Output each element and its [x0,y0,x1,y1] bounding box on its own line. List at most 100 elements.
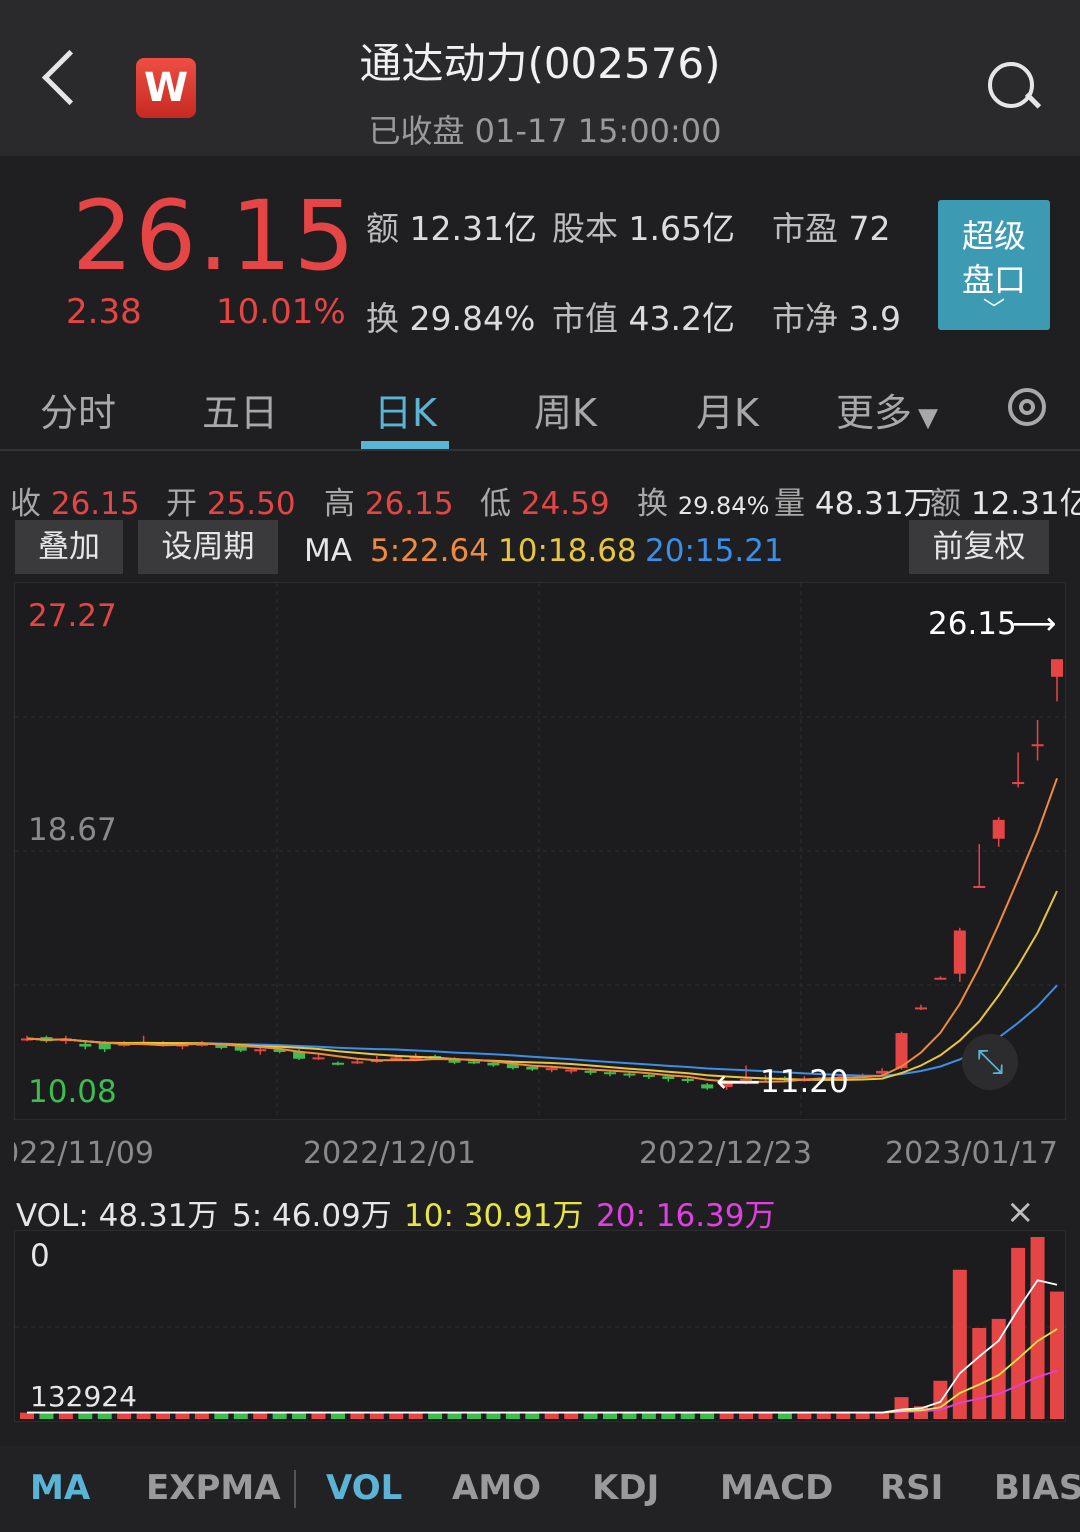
volume-bar [680,1412,695,1419]
volume-bar [253,1412,268,1419]
volume-bar [583,1412,598,1419]
candle-body [254,1049,267,1052]
volume-bar [58,1412,73,1419]
candle-body [584,1070,597,1073]
super-quote-label-1: 超级 [961,217,1026,255]
close-volume-icon[interactable]: × [1006,1192,1035,1232]
candle-body [390,1057,403,1060]
adjust-button[interactable]: 前复权 [909,520,1049,574]
candle-body [623,1073,636,1076]
tab-more[interactable]: 更多 ▼ [836,382,938,437]
volume-bar [641,1412,656,1419]
volume-bar [389,1412,404,1419]
kline-svg [15,583,1065,1119]
vol-top-label: 0 [30,1238,50,1274]
tab-rsi[interactable]: RSI [880,1468,943,1508]
tab-ma[interactable]: MA [30,1468,90,1508]
kline-chart[interactable] [14,582,1066,1120]
stat-market-cap: 市值 43.2亿 [552,299,735,338]
volume-bar [117,1412,132,1419]
last-price-arrow-icon: ⟶ [1012,606,1057,642]
candle-body [526,1066,539,1070]
x-label-1: 2022/11/09 [14,1136,154,1171]
last-price-label: 26.15 [928,606,1017,642]
ma5-value: 5:22.64 [370,533,489,569]
candle-body [487,1062,500,1066]
tabs-divider [0,449,1080,451]
volume-bar [933,1380,948,1419]
ohlc-low: 低 24.59 [480,486,610,522]
ma10-value: 10:18.68 [498,533,637,569]
candle-body [662,1076,675,1079]
volume-bar [622,1412,637,1419]
x-label-2: 2022/12/01 [303,1136,476,1171]
ohlc-close: 收 26.15 [10,486,140,522]
tab-amo[interactable]: AMO [452,1468,541,1508]
vol-value: VOL: 48.31万 [16,1198,219,1234]
tab-kdj[interactable]: KDJ [592,1468,659,1508]
volume-bar [1050,1291,1064,1419]
super-quote-button[interactable]: 超级 盘口 ﹀ [938,200,1050,330]
tab-weekly-k[interactable]: 周K [534,382,597,437]
volume-bar [719,1412,734,1419]
overlay-button[interactable]: 叠加 [15,520,123,574]
volume-svg [15,1237,1065,1419]
tab-vol[interactable]: VOL [326,1468,402,1508]
volume-bar [408,1412,423,1419]
stat-amount: 额 12.31亿 [366,209,537,248]
tab-monthly-k[interactable]: 月K [696,382,759,437]
volume-bar [816,1412,831,1419]
search-icon[interactable] [988,62,1034,108]
volume-bar [214,1412,229,1419]
volume-bar [175,1412,190,1419]
stat-share-capital: 股本 1.65亿 [552,209,735,248]
stat-pe: 市盈 72 [772,209,891,248]
volume-bar [525,1412,540,1419]
volume-bar [855,1412,870,1419]
candle-body [1031,744,1044,747]
chevron-down-icon: ﹀ [982,298,1005,323]
tab-intraday[interactable]: 分时 [40,382,116,437]
period-tabs: 分时 五日 日K 周K 月K 更多 ▼ [0,372,1080,452]
price-change-pct: 10.01% [216,292,346,332]
market-status: 已收盘 01-17 15:00:00 [368,112,722,150]
tab-daily-k[interactable]: 日K [374,382,437,437]
candle-body [1012,782,1025,785]
candle-body [701,1084,714,1089]
volume-chart[interactable] [14,1230,1066,1422]
ohlc-volume: 量 48.31万 [774,486,935,522]
volume-bar [350,1412,365,1419]
tab-five-day[interactable]: 五日 [202,382,278,437]
x-label-4: 2023/01/17 [885,1136,1058,1171]
volume-bar [428,1412,443,1419]
volume-bar [700,1412,715,1419]
ohlc-open: 开 25.50 [166,486,296,522]
tab-macd[interactable]: MACD [720,1468,833,1508]
volume-bar [894,1397,909,1419]
candle-body [312,1057,325,1060]
super-quote-label-2: 盘口 [961,261,1026,299]
candle-body [914,1007,927,1010]
volume-bar [739,1412,754,1419]
tab-expma[interactable]: EXPMA [146,1468,281,1508]
volume-bar [369,1412,384,1419]
volume-bar [20,1412,34,1419]
volume-bar [1030,1237,1045,1419]
candle-body [953,930,966,974]
candle-body [973,885,986,888]
candle-body [351,1061,364,1064]
ohlc-high: 高 26.15 [324,486,454,522]
tab-more-label: 更多 [836,391,913,435]
candle-body [992,819,1005,839]
expand-icon[interactable]: ⤡ [962,1034,1018,1090]
volume-bar [447,1412,462,1419]
candle-body [681,1078,694,1081]
set-period-button[interactable]: 设周期 [138,520,278,574]
y-min-label: 10.08 [28,1074,117,1110]
vol-ma20: 20: 16.39万 [596,1198,776,1234]
price-change: 2.38 [66,292,142,332]
volume-bar [78,1412,93,1419]
tab-bias[interactable]: BIAS [994,1468,1080,1508]
vol-ma5-line [27,1279,1058,1414]
candle-body [331,1062,344,1065]
